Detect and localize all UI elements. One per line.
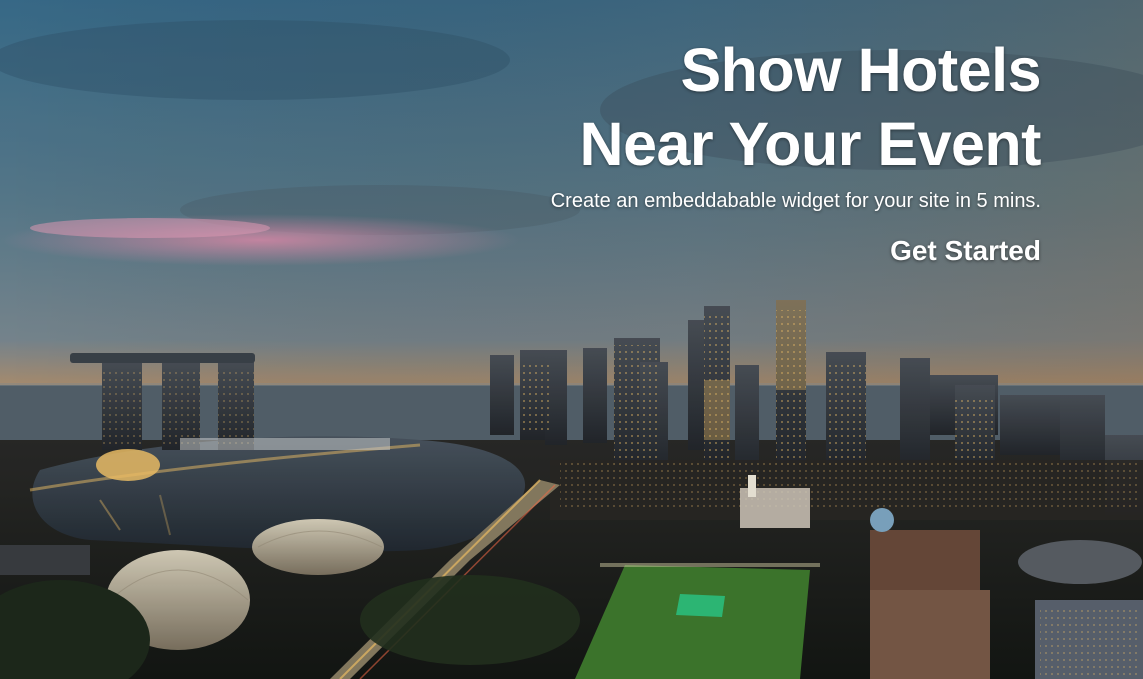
hero-text-block: Show Hotels Near Your Event Create an em… <box>401 33 1042 267</box>
hero-title-line-1: Show Hotels <box>680 36 1041 104</box>
hero-banner: Show Hotels Near Your Event Create an em… <box>0 0 1143 679</box>
get-started-button[interactable]: Get Started <box>890 235 1041 267</box>
hero-subtitle: Create an embeddabable widget for your s… <box>550 190 1041 212</box>
hero-title: Show Hotels Near Your Event <box>401 33 1042 181</box>
hero-title-line-2: Near Your Event <box>579 110 1042 178</box>
